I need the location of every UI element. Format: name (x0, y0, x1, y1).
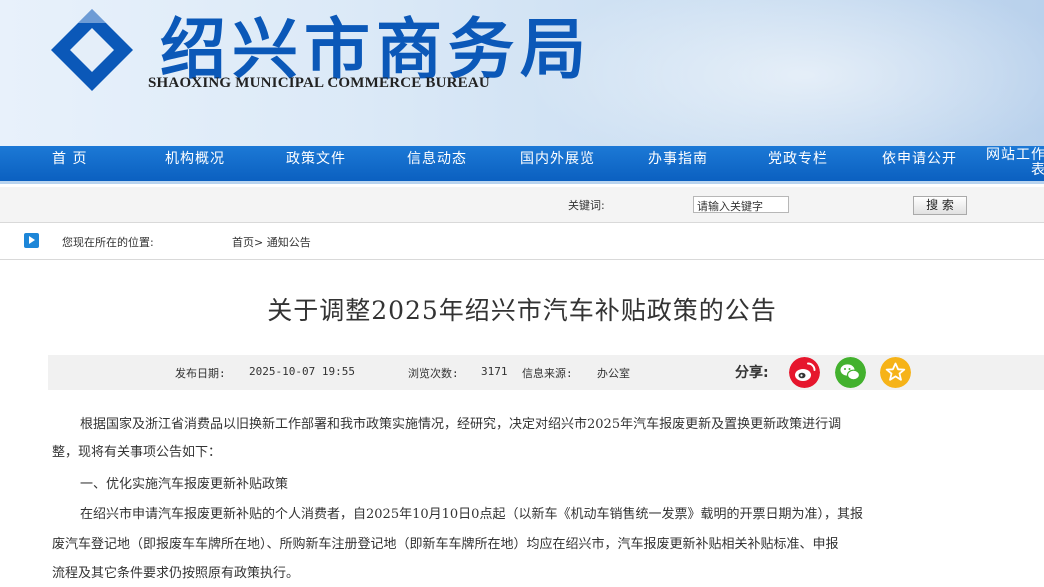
header-banner: 绍兴市商务局 SHAOXING MUNICIPAL COMMERCE BUREA… (0, 0, 1044, 146)
paragraph-2-line-2: 废汽车登记地（即报废车车牌所在地）、所购新车注册登记地（即新车车牌所在地）均应在… (52, 537, 839, 552)
article-meta: 发布日期: 2025-10-07 19:55 浏览次数: 3171 信息来源: … (48, 355, 1044, 390)
source-value: 办公室 (597, 367, 630, 380)
nav-item-news[interactable]: 信息动态 (407, 148, 467, 168)
publish-date: 2025-10-07 19:55 (249, 365, 355, 378)
site-title-english: SHAOXING MUNICIPAL COMMERCE BUREAU (148, 75, 490, 91)
breadcrumb: 您现在所在的位置: 首页> 通知公告 (0, 224, 1044, 260)
share-label: 分享: (735, 365, 769, 381)
view-count: 3171 (481, 365, 508, 378)
nav-item-home[interactable]: 首 页 (52, 148, 87, 168)
diamond-logo-icon (51, 9, 133, 91)
nav-item-website-report[interactable]: 网站工作表 (986, 148, 1044, 178)
paragraph-1-line-1: 根据国家及浙江省消费品以旧换新工作部署和我市政策实施情况，经研究，决定对绍兴市2… (80, 417, 842, 432)
paragraph-2-line-3: 流程及其它条件要求仍按照原有政策执行。 (52, 566, 300, 581)
source-label: 信息来源: (522, 367, 573, 380)
play-arrow-icon (24, 233, 39, 248)
section-heading-1: 一、优化实施汽车报废更新补贴政策 (80, 477, 289, 492)
nav-item-disclosure[interactable]: 依申请公开 (882, 148, 957, 168)
nav-item-service-guide[interactable]: 办事指南 (648, 148, 708, 168)
nav-item-organization[interactable]: 机构概况 (165, 148, 225, 168)
breadcrumb-label: 您现在所在的位置: (62, 236, 154, 249)
nav-item-policy-files[interactable]: 政策文件 (286, 148, 346, 168)
nav-item-exhibitions[interactable]: 国内外展览 (520, 148, 595, 168)
search-label: 关键词: (568, 199, 605, 212)
search-button[interactable]: 搜 索 (913, 196, 967, 215)
views-label: 浏览次数: (408, 367, 459, 380)
banner-sky-glow (524, 0, 1044, 146)
search-input[interactable]: 请输入关键字 (693, 196, 789, 213)
breadcrumb-path[interactable]: 首页> 通知公告 (232, 234, 311, 250)
wechat-icon[interactable] (835, 357, 866, 388)
paragraph-2-line-1: 在绍兴市申请汽车报废更新补贴的个人消费者，自2025年10月10日0点起（以新车… (80, 507, 863, 522)
article-title: 关于调整2025年绍兴市汽车补贴政策的公告 (267, 296, 777, 325)
favorite-star-icon[interactable] (880, 357, 911, 388)
main-nav: 首 页 机构概况 政策文件 信息动态 国内外展览 办事指南 党政专栏 依申请公开… (0, 146, 1044, 184)
paragraph-1-line-2: 整，现将有关事项公告如下： (52, 445, 222, 460)
weibo-icon[interactable] (789, 357, 820, 388)
search-bar: 关键词: 请输入关键字 搜 索 (0, 187, 1044, 223)
date-label: 发布日期: (175, 367, 226, 380)
nav-item-party-column[interactable]: 党政专栏 (768, 148, 828, 168)
